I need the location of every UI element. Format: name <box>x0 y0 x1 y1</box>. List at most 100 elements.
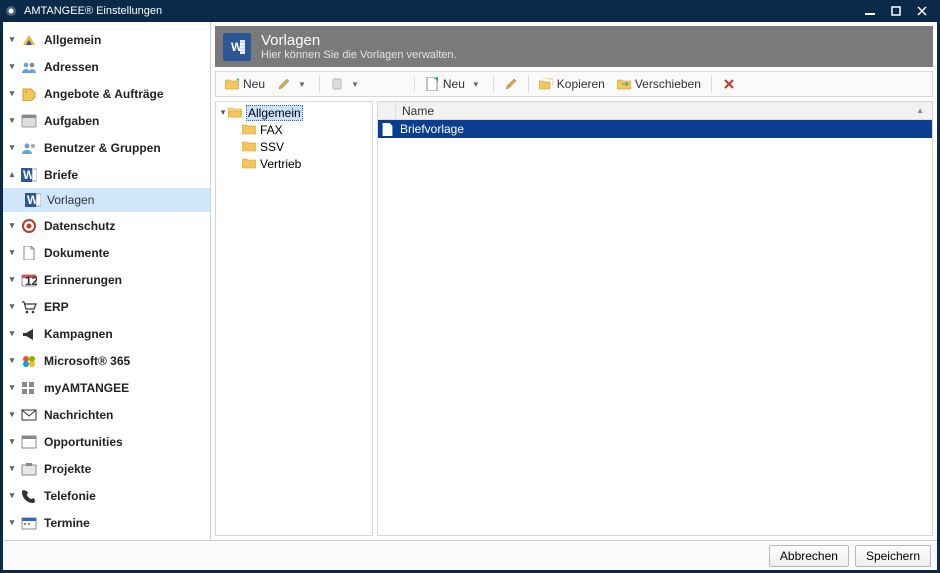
projects-icon <box>20 461 38 477</box>
tree-root[interactable]: ▾ Allgemein <box>216 104 372 121</box>
nav-section-myamtangee[interactable]: ▾myAMTANGEE <box>3 374 210 401</box>
nav-section-label: Telefonie <box>44 489 96 503</box>
mail-icon <box>20 407 38 423</box>
docs-icon <box>20 245 38 261</box>
tree-item-label: FAX <box>260 123 283 137</box>
chevron-down-icon[interactable]: ▾ <box>7 142 17 153</box>
nav-section-label: Microsoft® 365 <box>44 354 130 368</box>
nav-section-aufgaben[interactable]: ▾Aufgaben <box>3 107 210 134</box>
edit-folder-button[interactable]: ▼ <box>272 73 314 95</box>
tree-root-label: Allgemein <box>246 105 303 121</box>
nav-section-termine[interactable]: ▾Termine <box>3 509 210 536</box>
list-header[interactable]: Name ▲ <box>378 102 932 120</box>
save-button[interactable]: Speichern <box>855 545 931 567</box>
nav-section-kampagnen[interactable]: ▾ Kampagnen <box>3 320 210 347</box>
dropdown-icon[interactable]: ▼ <box>295 80 309 89</box>
separator <box>414 75 415 93</box>
chevron-down-icon[interactable]: ▾ <box>7 328 17 339</box>
new-item-label: Neu <box>443 77 465 91</box>
new-item-button[interactable]: ✦ Neu ▼ <box>420 73 488 95</box>
settings-sidebar[interactable]: ▾Allgemein▾Adressen▾Angebote & Aufträge▾… <box>3 22 211 540</box>
nav-section-projekte[interactable]: ▾Projekte <box>3 455 210 482</box>
window-controls <box>864 5 936 17</box>
item-list[interactable]: Name ▲ Briefvorlage <box>377 101 933 536</box>
nav-section-label: Kampagnen <box>44 327 113 341</box>
minimize-button[interactable] <box>864 5 876 17</box>
collapse-icon[interactable]: ▾ <box>218 107 228 118</box>
dropdown-icon[interactable]: ▼ <box>348 80 362 89</box>
list-row-label: Briefvorlage <box>396 122 464 136</box>
nav-section-dokumente[interactable]: ▾Dokumente <box>3 239 210 266</box>
chevron-down-icon[interactable]: ▾ <box>7 382 17 393</box>
nav-section-label: Opportunities <box>44 435 123 449</box>
tree-item[interactable]: Vertrieb <box>216 155 372 172</box>
opp-icon <box>20 434 38 450</box>
chevron-down-icon[interactable]: ▾ <box>7 490 17 501</box>
nav-section-label: Briefe <box>44 168 78 182</box>
chevron-down-icon[interactable]: ▾ <box>7 88 17 99</box>
folder-icon <box>242 141 256 153</box>
logo-icon <box>20 32 38 48</box>
nav-section-datenschutz[interactable]: ▾Datenschutz <box>3 212 210 239</box>
nav-section-erinnerungen[interactable]: ▾12Erinnerungen <box>3 266 210 293</box>
tree-item-label: SSV <box>260 140 284 154</box>
cart-icon <box>20 299 38 315</box>
separator <box>528 75 529 93</box>
chevron-down-icon[interactable]: ▾ <box>7 274 17 285</box>
chevron-down-icon[interactable]: ▾ <box>7 247 17 258</box>
chevron-up-icon[interactable]: ▴ <box>7 169 17 180</box>
close-button[interactable] <box>916 5 928 17</box>
chevron-down-icon[interactable]: ▾ <box>7 61 17 72</box>
paste-button[interactable]: ▼ <box>325 73 367 95</box>
chevron-down-icon[interactable]: ▾ <box>7 220 17 231</box>
cancel-label: Abbrechen <box>780 549 838 563</box>
chevron-down-icon[interactable]: ▾ <box>7 436 17 447</box>
list-row[interactable]: Briefvorlage <box>378 120 932 138</box>
delete-button[interactable] <box>717 73 741 95</box>
new-folder-button[interactable]: ✦ Neu <box>220 73 270 95</box>
chevron-down-icon[interactable]: ▾ <box>7 355 17 366</box>
chevron-down-icon[interactable]: ▾ <box>7 463 17 474</box>
folder-tree[interactable]: ▾ Allgemein FAX SSVVertrieb <box>215 101 373 536</box>
chevron-down-icon[interactable]: ▾ <box>7 115 17 126</box>
edit-item-button[interactable] <box>499 73 523 95</box>
nav-section-adressen[interactable]: ▾Adressen <box>3 53 210 80</box>
folder-icon <box>242 158 256 170</box>
nav-section-microsoft-365[interactable]: ▾ Microsoft® 365 <box>3 347 210 374</box>
copy-button[interactable]: Kopieren <box>534 73 610 95</box>
nav-section-label: Nachrichten <box>44 408 113 422</box>
name-column[interactable]: Name ▲ <box>396 104 932 118</box>
copy-label: Kopieren <box>557 77 605 91</box>
chevron-down-icon[interactable]: ▾ <box>7 301 17 312</box>
nav-section-erp[interactable]: ▾ERP <box>3 293 210 320</box>
nav-section-briefe[interactable]: ▴WBriefe <box>3 161 210 188</box>
pencil-icon <box>277 77 291 91</box>
chevron-down-icon[interactable]: ▾ <box>7 517 17 528</box>
chevron-down-icon[interactable]: ▾ <box>7 409 17 420</box>
nav-section-telefonie[interactable]: ▾ Telefonie <box>3 482 210 509</box>
document-new-icon: ✦ <box>425 77 439 91</box>
cancel-button[interactable]: Abbrechen <box>769 545 849 567</box>
paste-icon <box>330 77 344 91</box>
nav-section-benutzer-gruppen[interactable]: ▾Benutzer & Gruppen <box>3 134 210 161</box>
document-icon <box>378 123 396 136</box>
nav-section-nachrichten[interactable]: ▾ Nachrichten <box>3 401 210 428</box>
dropdown-icon[interactable]: ▼ <box>469 80 483 89</box>
folder-open-icon <box>228 107 242 119</box>
tree-item[interactable]: SSV <box>216 138 372 155</box>
window-title: AMTANGEE® Einstellungen <box>24 5 864 17</box>
nav-section-allgemein[interactable]: ▾Allgemein <box>3 26 210 53</box>
nav-section-angebote-auftr-ge[interactable]: ▾Angebote & Aufträge <box>3 80 210 107</box>
tree-item[interactable]: FAX <box>216 121 372 138</box>
nav-section-label: Erinnerungen <box>44 273 122 287</box>
nav-item-vorlagen[interactable]: WVorlagen <box>3 188 210 212</box>
move-label: Verschieben <box>635 77 701 91</box>
chevron-down-icon[interactable]: ▾ <box>7 34 17 45</box>
users-icon <box>20 140 38 156</box>
maximize-button[interactable] <box>890 5 902 17</box>
calendar-icon <box>20 515 38 531</box>
contacts-icon <box>20 59 38 75</box>
move-button[interactable]: Verschieben <box>612 73 706 95</box>
icon-column[interactable] <box>378 102 396 119</box>
nav-section-opportunities[interactable]: ▾ Opportunities <box>3 428 210 455</box>
